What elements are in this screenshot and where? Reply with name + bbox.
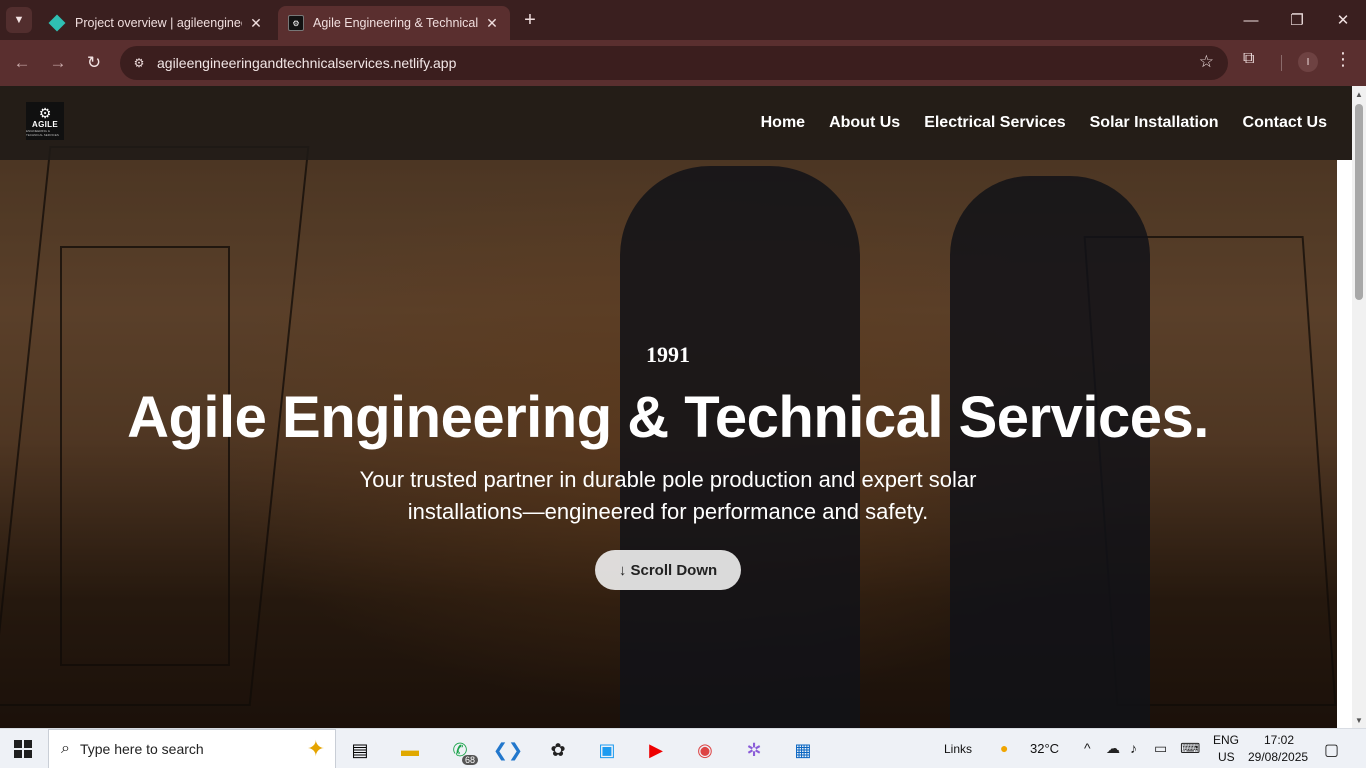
restore-button[interactable]: ❐: [1274, 0, 1320, 40]
task-view-icon[interactable]: ▤: [340, 733, 380, 767]
bookmark-star-icon[interactable]: ☆: [1199, 52, 1214, 72]
profile-avatar[interactable]: I: [1298, 52, 1318, 72]
search-icon: ⌕: [61, 740, 70, 757]
minimize-button[interactable]: —: [1228, 0, 1274, 40]
tab-search-button[interactable]: ▼: [6, 7, 32, 33]
hero-title: Agile Engineering & Technical Services.: [127, 385, 1209, 450]
url-text[interactable]: agileengineeringandtechnicalservices.net…: [157, 55, 456, 71]
windows-taskbar: ⌕ Type here to search ✦ ▤ ▬ ✆ 68 ❮❯ ✿ ▣ ▶…: [0, 728, 1366, 768]
youtube-icon[interactable]: ▶: [636, 733, 676, 767]
copilot-sparkle-icon: ✦: [306, 736, 325, 761]
scrollbar-thumb[interactable]: [1355, 104, 1363, 300]
scroll-down-arrow-icon[interactable]: ▼: [1355, 716, 1363, 725]
whatsapp-icon[interactable]: ✆ 68: [440, 733, 480, 767]
netlify-favicon-icon: [48, 14, 66, 32]
taskbar-search-box[interactable]: ⌕ Type here to search ✦: [48, 729, 336, 768]
site-info-icon[interactable]: ⚙: [128, 52, 150, 74]
close-tab-icon[interactable]: ✕: [484, 15, 500, 32]
battery-icon[interactable]: ▭: [1154, 740, 1167, 757]
chrome-icon[interactable]: ◉: [685, 733, 725, 767]
notifications-icon[interactable]: ▢: [1324, 740, 1339, 760]
page-viewport: ⚙ AGILE ENGINEERING & TECHNICAL SERVICES…: [0, 86, 1352, 728]
whatsapp-badge: 68: [461, 755, 478, 765]
clock-date[interactable]: 29/08/2025: [1248, 750, 1308, 764]
scroll-up-arrow-icon[interactable]: ▲: [1355, 90, 1363, 99]
hero-subtitle-line1: Your trusted partner in durable pole pro…: [359, 467, 977, 492]
hero-section: 1991 Agile Engineering & Technical Servi…: [0, 86, 1336, 728]
tab-agile-engineering[interactable]: ⚙ Agile Engineering & Technical S ✕: [278, 6, 510, 40]
page-edge: [1337, 160, 1352, 728]
search-placeholder[interactable]: Type here to search: [80, 741, 204, 757]
onedrive-cloud-icon[interactable]: ☁: [1106, 740, 1120, 757]
address-bar[interactable]: ⚙ agileengineeringandtechnicalservices.n…: [120, 46, 1228, 80]
close-tab-icon[interactable]: ✕: [248, 15, 264, 32]
linkedin-icon[interactable]: ▦: [783, 733, 823, 767]
hero-year: 1991: [646, 342, 690, 367]
chatgpt-icon[interactable]: ✿: [538, 733, 578, 767]
language-line1[interactable]: ENG: [1213, 733, 1239, 747]
browser-tab-strip: ▼ Project overview | agileengineer ✕ ⚙ A…: [0, 0, 1366, 40]
site-favicon-icon: ⚙: [288, 15, 304, 31]
close-window-button[interactable]: ✕: [1320, 0, 1366, 40]
windows-start-button[interactable]: [14, 740, 32, 758]
tab-title: Project overview | agileengineer: [75, 16, 242, 30]
back-button[interactable]: ←: [8, 49, 36, 77]
twitter-icon[interactable]: ▣: [587, 733, 627, 767]
clock-time[interactable]: 17:02: [1264, 733, 1294, 747]
volume-icon[interactable]: ♪: [1130, 740, 1137, 756]
keyboard-icon[interactable]: ⌨: [1180, 740, 1200, 757]
page-scrollbar[interactable]: ▲ ▼: [1352, 86, 1366, 728]
tab-project-overview[interactable]: Project overview | agileengineer ✕: [38, 6, 274, 40]
copilot-icon[interactable]: ✲: [734, 733, 774, 767]
weather-sun-icon[interactable]: ●: [1000, 740, 1008, 756]
reload-button[interactable]: ↻: [80, 49, 108, 77]
weather-temperature[interactable]: 32°C: [1030, 741, 1059, 756]
language-line2[interactable]: US: [1218, 750, 1235, 764]
forward-button[interactable]: →: [44, 49, 72, 77]
vscode-icon[interactable]: ❮❯: [488, 733, 528, 767]
tab-title: Agile Engineering & Technical S: [313, 16, 478, 30]
extensions-icon[interactable]: ⧉: [1243, 50, 1254, 68]
browser-menu-icon[interactable]: ⋮: [1334, 50, 1352, 68]
hero-subtitle: Your trusted partner in durable pole pro…: [318, 464, 1018, 528]
links-toolbar[interactable]: Links: [944, 742, 972, 756]
file-explorer-icon[interactable]: ▬: [390, 733, 430, 767]
scroll-down-button[interactable]: ↓ Scroll Down: [595, 550, 741, 590]
show-hidden-icons-chevron-icon[interactable]: ^: [1084, 740, 1091, 756]
browser-toolbar: ← → ↻ ⚙ agileengineeringandtechnicalserv…: [0, 40, 1366, 86]
new-tab-button[interactable]: +: [518, 9, 542, 33]
hero-subtitle-line2: installations—engineered for performance…: [407, 499, 929, 524]
toolbar-divider: [1281, 55, 1282, 71]
